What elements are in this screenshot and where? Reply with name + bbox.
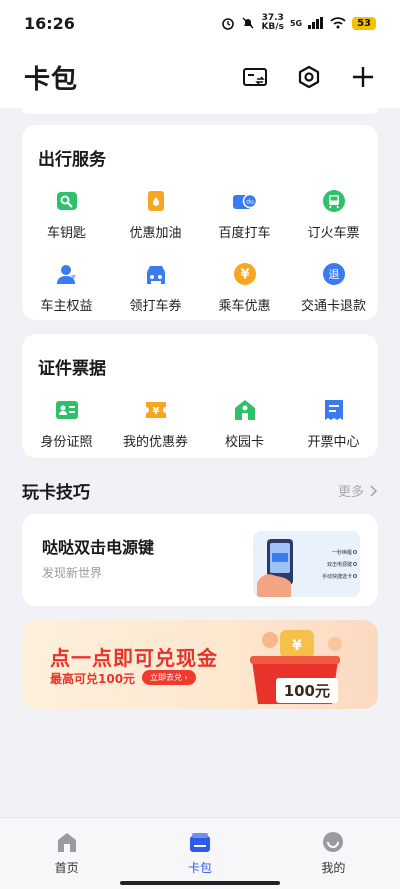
illu-line-2: 双击电源键 — [327, 561, 352, 568]
school-icon — [232, 397, 258, 423]
campus-card-button[interactable]: 校园卡 — [200, 397, 289, 450]
tips-title: 玩卡技巧 — [22, 483, 90, 503]
tip-illustration: 一秒唤醒 双击电源键 手动快捷选卡 — [253, 531, 360, 597]
more-link[interactable]: 更多 — [338, 481, 378, 500]
refund-icon: 退 — [321, 261, 347, 287]
owner-benefits-label: 车主权益 — [40, 299, 93, 314]
svg-text:du: du — [246, 199, 254, 206]
plus-icon — [353, 67, 373, 87]
card-switch-icon — [243, 68, 267, 86]
previous-card-edge — [22, 108, 378, 114]
wifi-icon — [330, 17, 346, 29]
card-switch-button[interactable] — [242, 64, 268, 90]
travel-services-card: 出行服务 车钥匙 优惠加油 du 百度打车 订火车票 车主权益 领打车券 ¥ 乘… — [22, 125, 378, 320]
taxi-coupon-button[interactable]: 领打车券 — [111, 261, 200, 314]
tab-me-label: 我的 — [321, 861, 346, 875]
net-speed-unit: KB/s — [261, 22, 284, 32]
phone-hand-icon: 一秒唤醒 双击电源键 手动快捷选卡 — [257, 539, 357, 597]
ride-discount-button[interactable]: ¥ 乘车优惠 — [200, 261, 289, 314]
net-speed: 37.3 KB/s — [261, 14, 283, 32]
svg-text:¥: ¥ — [292, 638, 302, 654]
campus-card-label: 校园卡 — [224, 435, 264, 450]
fuel-discount-label: 优惠加油 — [129, 226, 182, 241]
car-coupon-icon — [143, 261, 169, 287]
redeem-now-button[interactable]: 立即去兑 › — [142, 670, 196, 685]
id-card-label: 身份证照 — [40, 435, 93, 450]
documents-card: 证件票据 身份证照 ¥ 我的优惠券 校园卡 开票中心 — [22, 334, 378, 458]
status-time: 16:26 — [24, 13, 75, 33]
transit-refund-label: 交通卡退款 — [300, 299, 366, 314]
bottom-tab-bar: 首页 卡包 我的 — [0, 817, 400, 889]
baidu-taxi-button[interactable]: du 百度打车 — [200, 188, 289, 241]
settings-hexagon-icon — [298, 65, 320, 89]
network-type: 5G — [289, 18, 303, 28]
status-bar: 16:26 37.3 KB/s 5G 53 — [0, 0, 400, 46]
illu-line-3: 手动快捷选卡 — [322, 573, 352, 580]
smile-icon — [323, 832, 344, 852]
wallet-icon — [189, 833, 210, 852]
car-key-label: 车钥匙 — [46, 226, 86, 241]
taxi-coupon-label: 领打车券 — [129, 299, 182, 314]
taxi-icon: du — [232, 188, 258, 214]
signal-icon — [308, 17, 324, 29]
train-ticket-label: 订火车票 — [307, 226, 360, 241]
tab-wallet[interactable]: 卡包 — [133, 818, 266, 889]
more-label: 更多 — [337, 485, 364, 500]
svg-text:¥: ¥ — [152, 406, 159, 417]
svg-text:退: 退 — [328, 268, 339, 281]
tab-home[interactable]: 首页 — [0, 818, 133, 889]
page-title: 卡包 — [24, 64, 79, 95]
invoice-center-label: 开票中心 — [307, 435, 360, 450]
ride-discount-label: 乘车优惠 — [218, 299, 271, 314]
fuel-discount-button[interactable]: 优惠加油 — [111, 188, 200, 241]
train-ticket-button[interactable]: 订火车票 — [289, 188, 378, 241]
id-card-icon — [54, 397, 80, 423]
documents-title: 证件票据 — [38, 359, 106, 379]
yen-coin-icon: ¥ — [232, 261, 258, 287]
tab-me[interactable]: 我的 — [267, 818, 400, 889]
my-coupons-label: 我的优惠券 — [122, 435, 188, 450]
illu-line-1: 一秒唤醒 — [332, 549, 352, 556]
tips-section-header: 玩卡技巧 更多 — [22, 478, 378, 503]
train-icon — [321, 188, 347, 214]
add-button[interactable] — [350, 64, 376, 90]
battery-level: 53 — [352, 16, 376, 30]
cash-promo-banner[interactable]: 点一点即可兑现金 最高可兑100元 立即去兑 › ¥ 100元 — [22, 620, 378, 709]
car-key-button[interactable]: 车钥匙 — [22, 188, 111, 241]
banner-amount: 100元 — [275, 678, 338, 703]
travel-services-title: 出行服务 — [38, 150, 106, 170]
owner-icon — [54, 261, 80, 287]
header: 卡包 — [0, 46, 400, 108]
tip-card[interactable]: 哒哒双击电源键 发现新世界 一秒唤醒 双击电源键 手动快捷选卡 — [22, 514, 378, 606]
home-indicator — [120, 881, 280, 885]
alarm-icon — [222, 18, 235, 30]
invoice-center-button[interactable]: 开票中心 — [289, 397, 378, 450]
id-card-button[interactable]: 身份证照 — [22, 397, 111, 450]
svg-text:¥: ¥ — [240, 268, 249, 283]
settings-button[interactable] — [296, 64, 322, 90]
banner-subtitle: 最高可兑100元 — [50, 672, 136, 686]
mute-icon — [242, 17, 254, 29]
fuel-icon — [143, 188, 169, 214]
baidu-taxi-label: 百度打车 — [218, 226, 271, 241]
car-key-icon — [54, 188, 80, 214]
coupon-icon: ¥ — [143, 397, 169, 423]
chevron-right-icon — [370, 484, 378, 497]
home-icon — [57, 833, 76, 852]
tab-home-label: 首页 — [54, 861, 79, 875]
my-coupons-button[interactable]: ¥ 我的优惠券 — [111, 397, 200, 450]
transit-refund-button[interactable]: 退 交通卡退款 — [289, 261, 378, 314]
banner-title: 点一点即可兑现金 — [50, 646, 218, 670]
invoice-icon — [321, 397, 347, 423]
status-icons: 37.3 KB/s 5G 53 — [221, 14, 376, 32]
tab-wallet-label: 卡包 — [187, 861, 212, 875]
owner-benefits-button[interactable]: 车主权益 — [22, 261, 111, 314]
